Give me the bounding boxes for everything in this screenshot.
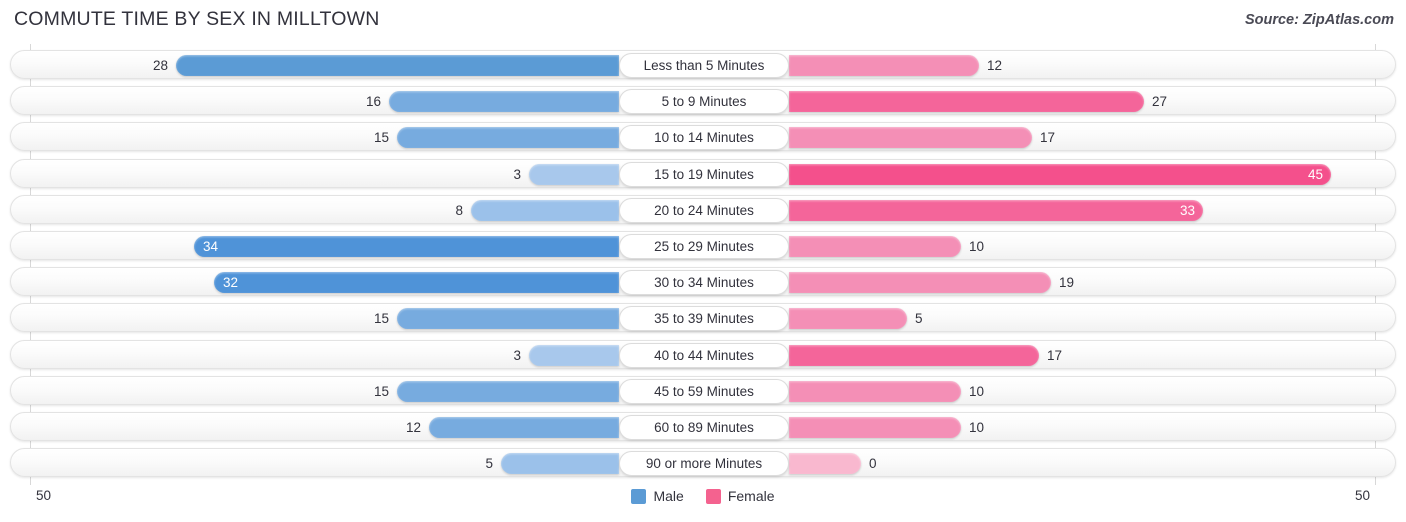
category-label: 90 or more Minutes [619, 451, 789, 477]
bar-female[interactable] [789, 417, 961, 438]
bar-value-male: 12 [405, 420, 421, 435]
table-row[interactable]: 15 5 35 to 39 Minutes [10, 303, 1396, 333]
table-row[interactable]: 34 10 25 to 29 Minutes [10, 231, 1396, 260]
bar-value-male: 15 [373, 383, 389, 399]
bar-male[interactable] [471, 199, 619, 221]
bar-male[interactable] [176, 55, 619, 76]
bar-value-male: 28 [152, 58, 168, 73]
bar-female[interactable] [789, 344, 1039, 366]
table-row[interactable]: 28 12 Less than 5 Minutes [10, 50, 1396, 79]
bar-value-female: 17 [1040, 130, 1056, 146]
category-label: 30 to 34 Minutes [619, 270, 789, 296]
bar-value-male: 15 [373, 311, 389, 327]
bar-value-female: 12 [987, 58, 1003, 73]
chart-footer: 50 50 Male Female [0, 485, 1406, 522]
bar-value-male: 15 [373, 130, 389, 146]
bar-female[interactable] [789, 91, 1144, 113]
table-row[interactable]: 16 27 5 to 9 Minutes [10, 86, 1396, 116]
bar-value-female: 27 [1152, 94, 1168, 110]
legend-item-female[interactable]: Female [705, 488, 775, 504]
bar-value-male: 3 [513, 166, 521, 182]
category-label: 15 to 19 Minutes [619, 161, 789, 187]
table-row[interactable]: 5 0 90 or more Minutes [10, 448, 1396, 478]
category-label: 20 to 24 Minutes [619, 197, 789, 223]
bar-value-female: 0 [869, 456, 877, 472]
bar-male[interactable] [389, 91, 619, 113]
category-label: 35 to 39 Minutes [619, 306, 789, 332]
bar-value-female: 45 [1307, 166, 1323, 182]
bar-male[interactable] [529, 163, 619, 185]
chart-legend: Male Female [0, 488, 1406, 504]
category-label: 25 to 29 Minutes [619, 234, 789, 259]
bar-value-male: 16 [365, 94, 381, 110]
bar-value-female: 17 [1047, 347, 1063, 363]
bar-female[interactable] [789, 127, 1032, 149]
bar-female[interactable] [789, 272, 1051, 294]
bar-female[interactable] [789, 453, 861, 475]
page-title: COMMUTE TIME BY SEX IN MILLTOWN [14, 8, 380, 30]
category-label: 40 to 44 Minutes [619, 342, 789, 368]
category-label: 5 to 9 Minutes [619, 89, 789, 115]
bar-male[interactable] [397, 127, 619, 149]
legend-swatch-icon [705, 488, 721, 504]
source-attribution: Source: ZipAtlas.com [1244, 12, 1394, 28]
bar-male[interactable] [194, 236, 619, 257]
table-row[interactable]: 15 10 45 to 59 Minutes [10, 375, 1396, 405]
bar-male[interactable] [529, 344, 619, 366]
table-row[interactable]: 3 45 15 to 19 Minutes [10, 158, 1396, 188]
category-label: 45 to 59 Minutes [619, 378, 789, 404]
bar-value-female: 10 [969, 383, 985, 399]
table-row[interactable]: 3 17 40 to 44 Minutes [10, 339, 1396, 369]
category-label: 10 to 14 Minutes [619, 125, 789, 151]
bar-value-male: 8 [455, 202, 463, 218]
table-row[interactable]: 8 33 20 to 24 Minutes [10, 194, 1396, 224]
bar-male[interactable] [429, 417, 619, 438]
category-label: Less than 5 Minutes [619, 53, 789, 78]
legend-item-label: Female [727, 488, 775, 504]
bar-value-female: 33 [1179, 202, 1195, 218]
bar-female[interactable] [789, 163, 1331, 185]
chart-plot-area: 28 12 Less than 5 Minutes 16 27 5 to 9 Minute… [0, 44, 1406, 485]
bar-value-female: 10 [969, 239, 985, 254]
bar-value-female: 5 [915, 311, 923, 327]
bar-male[interactable] [214, 272, 619, 294]
bar-value-male: 34 [203, 239, 219, 254]
table-row[interactable]: 32 19 30 to 34 Minutes [10, 267, 1396, 297]
bar-male[interactable] [397, 308, 619, 330]
bar-female[interactable] [789, 55, 979, 76]
category-label: 60 to 89 Minutes [619, 415, 789, 440]
legend-item-male[interactable]: Male [631, 488, 684, 504]
bar-female[interactable] [789, 236, 961, 257]
bar-value-female: 19 [1059, 275, 1075, 291]
legend-item-label: Male [653, 488, 684, 504]
bar-value-female: 10 [969, 420, 985, 435]
bar-value-male: 32 [223, 275, 239, 291]
bar-female[interactable] [789, 380, 961, 402]
bar-male[interactable] [501, 453, 619, 475]
bar-value-male: 3 [513, 347, 521, 363]
legend-swatch-icon [631, 488, 647, 504]
chart-header: COMMUTE TIME BY SEX IN MILLTOWN Source: … [0, 0, 1406, 40]
bar-value-male: 5 [485, 456, 493, 472]
bar-male[interactable] [397, 380, 619, 402]
table-row[interactable]: 12 10 60 to 89 Minutes [10, 412, 1396, 441]
table-row[interactable]: 15 17 10 to 14 Minutes [10, 122, 1396, 152]
bar-female[interactable] [789, 199, 1203, 221]
bar-female[interactable] [789, 308, 907, 330]
